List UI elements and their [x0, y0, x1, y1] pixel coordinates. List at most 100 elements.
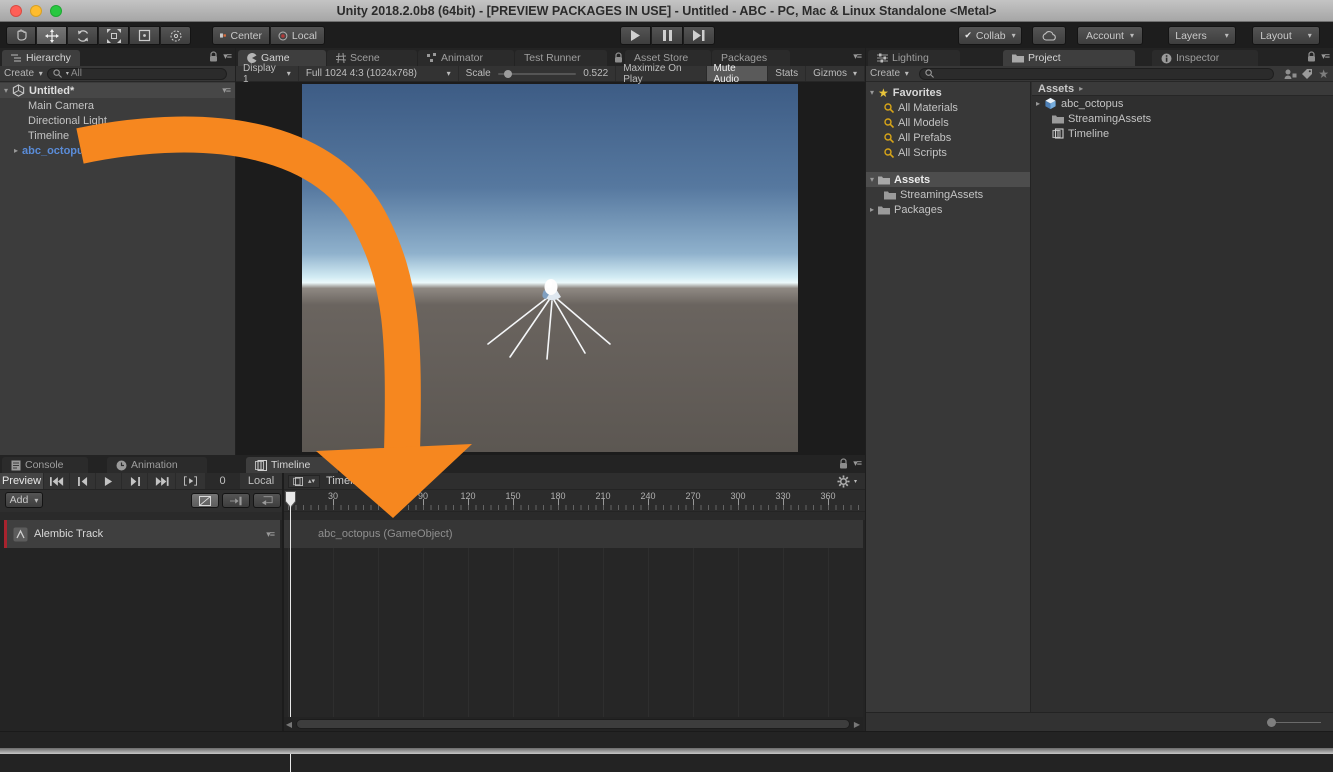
tab-timeline[interactable]: Timeline: [246, 457, 338, 473]
tab-inspector[interactable]: Inspector: [1152, 50, 1258, 66]
favorites-filter-icon[interactable]: ★: [1318, 67, 1329, 81]
play-timeline-button[interactable]: [96, 473, 122, 489]
scale-slider[interactable]: [498, 73, 577, 75]
favorite-all-prefabs[interactable]: All Prefabs: [866, 130, 1030, 145]
track-menu-icon[interactable]: ▾≡: [266, 529, 274, 540]
favorite-all-models[interactable]: All Models: [866, 115, 1030, 130]
create-dropdown[interactable]: Create ▾: [4, 68, 43, 79]
edit-mode-ripple-button[interactable]: [222, 493, 250, 508]
account-dropdown[interactable]: Account▾: [1077, 26, 1143, 45]
transform-tool-button[interactable]: [161, 26, 191, 45]
foldout-closed-icon[interactable]: ▸: [14, 146, 18, 155]
alembic-track-lane[interactable]: abc_octopus (GameObject): [283, 520, 863, 548]
rect-tool-button[interactable]: [130, 26, 160, 45]
timeline-ruler[interactable]: 30 60 90 120 150 180 210 240 270 300 330…: [283, 490, 865, 512]
foldout-open-icon[interactable]: ▾: [870, 88, 874, 97]
tab-project[interactable]: Project: [1003, 50, 1135, 66]
timecode-mode-dropdown[interactable]: Local: [240, 473, 282, 489]
icon-size-slider[interactable]: [1269, 722, 1321, 723]
scene-row[interactable]: ▾ Untitled* ▾≡: [0, 83, 235, 98]
tab-scene[interactable]: Scene: [327, 50, 417, 66]
hierarchy-item-timeline[interactable]: Timeline: [0, 128, 235, 143]
search-by-label-icon[interactable]: [1301, 68, 1314, 80]
previous-frame-button[interactable]: [70, 473, 96, 489]
timeline-splitter[interactable]: [282, 473, 284, 731]
edit-mode-mix-button[interactable]: [191, 493, 219, 508]
search-by-type-icon[interactable]: [1284, 68, 1297, 80]
lock-icon[interactable]: [839, 458, 848, 469]
tab-animation[interactable]: Animation: [107, 457, 207, 473]
foldout-closed-icon[interactable]: ▸: [870, 205, 874, 214]
tab-test-runner[interactable]: Test Runner: [515, 50, 607, 66]
breadcrumb[interactable]: Assets ▸: [1032, 82, 1333, 96]
asset-store-lock[interactable]: [614, 52, 623, 63]
go-to-start-button[interactable]: [44, 473, 70, 489]
hierarchy-item-directional-light[interactable]: Directional Light: [0, 113, 235, 128]
panel-menu-icon[interactable]: ▾≡: [1321, 51, 1329, 62]
asset-streamingassets[interactable]: StreamingAssets: [1032, 111, 1333, 126]
tab-lighting[interactable]: Lighting: [868, 50, 960, 66]
hierarchy-item-abc-octopus[interactable]: ▸ abc_octopus: [0, 143, 235, 158]
display-dropdown[interactable]: Display 1▾: [236, 66, 299, 81]
move-tool-button[interactable]: [37, 26, 67, 45]
scroll-right-arrow[interactable]: ▶: [851, 720, 863, 729]
asset-timeline[interactable]: Timeline: [1032, 126, 1333, 141]
play-range-toggle[interactable]: [176, 473, 206, 489]
lock-icon[interactable]: [1307, 51, 1316, 62]
project-search-input[interactable]: [919, 68, 1274, 80]
icon-size-slider-thumb[interactable]: [1267, 718, 1276, 727]
favorite-all-materials[interactable]: All Materials: [866, 100, 1030, 115]
asset-abc-octopus[interactable]: ▸ abc_octopus: [1032, 96, 1333, 111]
collab-button[interactable]: ✔ Collab▾: [958, 26, 1022, 45]
create-dropdown[interactable]: Create ▾: [870, 68, 909, 79]
favorites-root[interactable]: ▾ ★ Favorites: [866, 85, 1030, 100]
tab-animator[interactable]: Animator: [418, 50, 514, 66]
tab-console[interactable]: Console: [2, 457, 88, 473]
tree-item-packages[interactable]: ▸ Packages: [866, 202, 1030, 217]
layers-dropdown[interactable]: Layers▾: [1168, 26, 1236, 45]
scroll-left-arrow[interactable]: ◀: [283, 720, 295, 729]
go-to-end-button[interactable]: [148, 473, 176, 489]
lock-icon[interactable]: [209, 51, 218, 62]
pause-button[interactable]: [652, 26, 683, 45]
foldout-open-icon[interactable]: ▾: [4, 86, 8, 95]
track-header-alembic[interactable]: Alembic Track ▾≡: [4, 520, 280, 548]
timeline-breadcrumb[interactable]: Timeline (Timeline): [326, 475, 419, 487]
scrollbar-thumb[interactable]: [296, 719, 850, 729]
hierarchy-item-main-camera[interactable]: Main Camera: [0, 98, 235, 113]
tree-item-streamingassets[interactable]: StreamingAssets: [866, 187, 1030, 202]
preview-toggle[interactable]: Preview: [0, 473, 44, 489]
favorite-all-scripts[interactable]: All Scripts: [866, 145, 1030, 160]
scale-tool-button[interactable]: [99, 26, 129, 45]
timeline-content[interactable]: [283, 548, 863, 717]
tab-hierarchy[interactable]: Hierarchy: [2, 50, 80, 66]
timeline-selector[interactable]: ▴▾: [288, 475, 320, 488]
panel-menu-icon[interactable]: ▾≡: [853, 458, 861, 469]
frame-field[interactable]: 0: [206, 473, 240, 489]
gizmos-dropdown[interactable]: Gizmos▾: [806, 66, 865, 81]
maximize-on-play-toggle[interactable]: Maximize On Play: [616, 66, 706, 81]
cloud-button[interactable]: [1032, 26, 1066, 45]
timeline-horizontal-scrollbar[interactable]: ◀ ▶: [283, 717, 863, 731]
scale-slider-thumb[interactable]: [504, 70, 512, 78]
edit-mode-replace-button[interactable]: [253, 493, 281, 508]
foldout-open-icon[interactable]: ▾: [870, 175, 874, 184]
panel-menu-icon[interactable]: ▾≡: [223, 51, 231, 62]
next-frame-button[interactable]: [122, 473, 148, 489]
pivot-mode-button[interactable]: Center: [212, 26, 270, 45]
timeline-settings-button[interactable]: ▾: [837, 475, 857, 488]
rotation-mode-button[interactable]: Local: [271, 26, 325, 45]
tree-item-assets[interactable]: ▾ Assets: [866, 172, 1030, 187]
scene-menu-icon[interactable]: ▾≡: [222, 85, 230, 96]
stats-toggle[interactable]: Stats: [768, 66, 806, 81]
panel-menu-icon[interactable]: ▾≡: [853, 51, 861, 62]
rotate-tool-button[interactable]: [68, 26, 98, 45]
hierarchy-search-input[interactable]: ▾ All: [47, 68, 227, 80]
layout-dropdown[interactable]: Layout▾: [1252, 26, 1320, 45]
mute-audio-toggle[interactable]: Mute Audio: [707, 66, 769, 81]
aspect-dropdown[interactable]: Full 1024 4:3 (1024x768)▾: [299, 66, 459, 81]
play-button[interactable]: [620, 26, 651, 45]
foldout-closed-icon[interactable]: ▸: [1036, 99, 1040, 108]
step-button[interactable]: [684, 26, 715, 45]
pan-tool-button[interactable]: [6, 26, 36, 45]
